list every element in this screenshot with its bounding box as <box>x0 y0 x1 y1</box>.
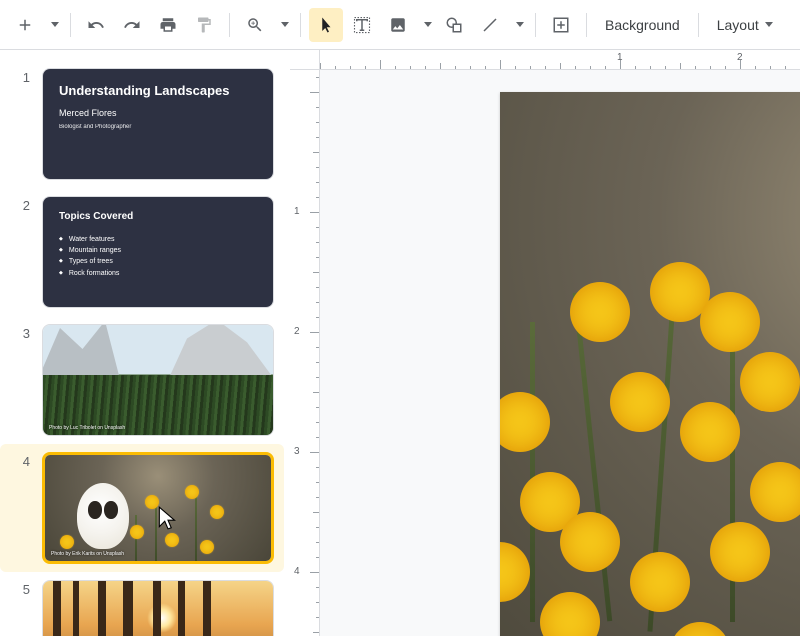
slide-role: Biologist and Photographer <box>59 124 257 130</box>
slide-number: 3 <box>18 324 30 436</box>
slide-subtitle: Merced Flores <box>59 108 257 118</box>
shape-tool[interactable] <box>437 8 471 42</box>
comment-button[interactable] <box>544 8 578 42</box>
separator <box>698 13 699 37</box>
layout-label: Layout <box>717 17 759 33</box>
slide-thumbnail[interactable]: 5 <box>0 572 284 636</box>
undo-button[interactable] <box>79 8 113 42</box>
slide-thumbnail[interactable]: 2 Topics Covered Water features Mountain… <box>0 188 284 316</box>
zoom-dropdown[interactable] <box>274 8 292 42</box>
vertical-ruler[interactable]: 1234 <box>290 70 320 636</box>
line-dropdown[interactable] <box>509 8 527 42</box>
slide-stage[interactable] <box>320 70 800 636</box>
slide-number: 2 <box>18 196 30 308</box>
ruler-corner <box>290 50 320 70</box>
new-slide-button[interactable] <box>8 8 42 42</box>
chevron-down-icon <box>765 22 773 27</box>
separator <box>535 13 536 37</box>
forest-photo <box>43 581 273 636</box>
separator <box>70 13 71 37</box>
photo-credit: Photo by Luc Tribolet on Unsplash <box>49 425 125 431</box>
slide-number: 4 <box>18 452 30 564</box>
mountain-photo: Photo by Luc Tribolet on Unsplash <box>43 325 273 435</box>
horizontal-ruler[interactable]: /*placeholder*/ 12 <box>320 50 800 70</box>
zoom-button[interactable] <box>238 8 272 42</box>
line-tool[interactable] <box>473 8 507 42</box>
separator <box>300 13 301 37</box>
chevron-down-icon <box>51 22 59 27</box>
background-button[interactable]: Background <box>595 8 690 42</box>
chevron-down-icon <box>516 22 524 27</box>
new-slide-dropdown[interactable] <box>44 8 62 42</box>
slide-thumbnail[interactable]: 1 Understanding Landscapes Merced Flores… <box>0 60 284 188</box>
main-toolbar: Background Layout <box>0 0 800 50</box>
slide-heading: Topics Covered <box>59 211 257 222</box>
canvas-area: /*placeholder*/ 12 1234 <box>290 50 800 636</box>
image-tool[interactable] <box>381 8 415 42</box>
slide-filmstrip[interactable]: 1 Understanding Landscapes Merced Flores… <box>0 50 290 636</box>
slide-thumbnail[interactable]: 4 Photo by Erik Karits on Unsplash <box>0 444 284 572</box>
layout-button[interactable]: Layout <box>707 8 783 42</box>
slide-title: Understanding Landscapes <box>59 83 257 98</box>
photo-credit: Photo by Erik Karits on Unsplash <box>51 551 124 557</box>
image-dropdown[interactable] <box>417 8 435 42</box>
slide-number: 1 <box>18 68 30 180</box>
owl-photo: Photo by Erik Karits on Unsplash <box>45 455 271 561</box>
select-tool[interactable] <box>309 8 343 42</box>
print-button[interactable] <box>151 8 185 42</box>
slide-thumbnail[interactable]: 3 Photo by Luc Tribolet on Unsplash <box>0 316 284 444</box>
owl-photo-large <box>500 92 800 636</box>
slide-number: 5 <box>18 580 30 636</box>
slide-canvas[interactable] <box>500 92 800 636</box>
slide-bullets: Water features Mountain ranges Types of … <box>59 234 257 279</box>
chevron-down-icon <box>281 22 289 27</box>
separator <box>229 13 230 37</box>
text-box-tool[interactable] <box>345 8 379 42</box>
separator <box>586 13 587 37</box>
paint-format-button[interactable] <box>187 8 221 42</box>
chevron-down-icon <box>424 22 432 27</box>
redo-button[interactable] <box>115 8 149 42</box>
